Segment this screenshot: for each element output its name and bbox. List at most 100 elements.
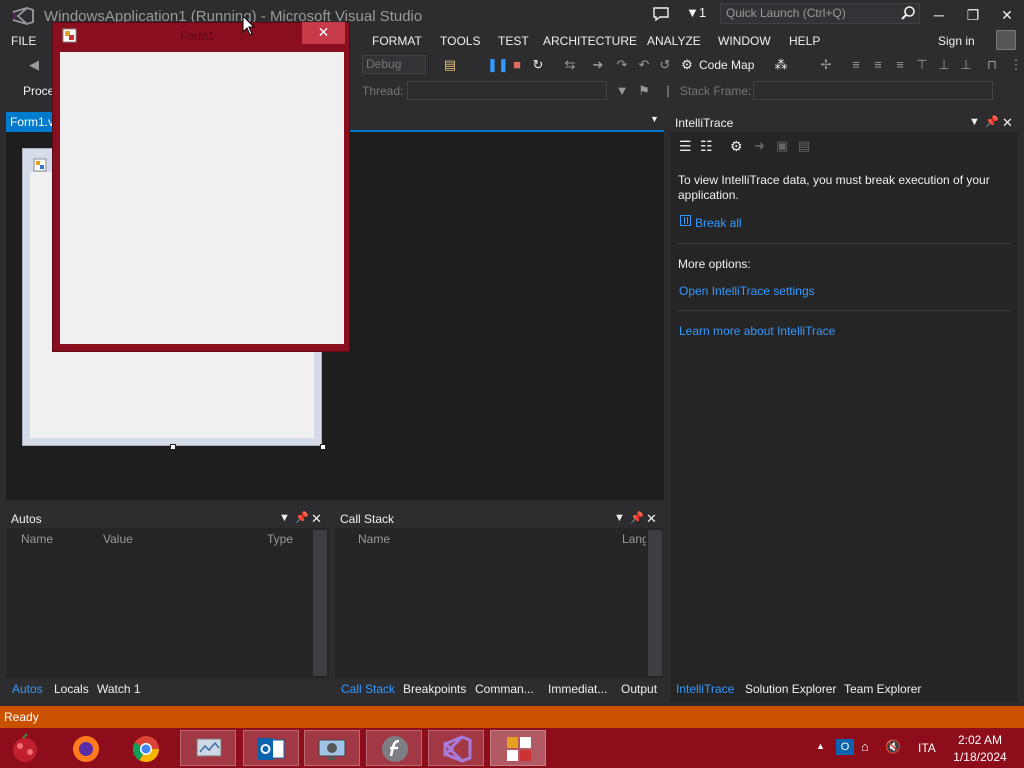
network-icon[interactable]: ⌂ <box>861 739 869 754</box>
taskbar-app-visual-studio[interactable] <box>428 730 484 766</box>
pin-icon[interactable]: 📌 <box>985 115 999 128</box>
form1-client-area[interactable] <box>60 52 344 344</box>
save-log-icon[interactable]: ▤ <box>798 138 810 154</box>
menu-architecture[interactable]: ARCHITECTURE <box>543 34 637 48</box>
close-button[interactable]: ✕ <box>993 4 1021 26</box>
column-header-name[interactable]: Name <box>21 532 53 546</box>
solution-configuration-select[interactable]: Debug <box>362 55 426 74</box>
column-header-lang[interactable]: Lang <box>622 532 646 546</box>
close-pane-icon[interactable]: ✕ <box>646 511 657 527</box>
continue-icon[interactable]: ▤ <box>442 57 458 73</box>
calls-view-icon[interactable]: ☷ <box>700 138 713 155</box>
align-top-icon[interactable]: ⊤ <box>914 57 930 73</box>
close-pane-icon[interactable]: ✕ <box>1002 115 1013 131</box>
filter-threads-icon[interactable]: ▼ <box>614 83 630 99</box>
break-all-link[interactable]: Break all <box>695 216 742 230</box>
notifications-button[interactable]: ▼1 <box>686 5 706 20</box>
restart-icon[interactable]: ↻ <box>530 57 546 73</box>
call-stack-scrollbar[interactable] <box>648 530 662 676</box>
pane-menu-icon[interactable]: ▼ <box>614 512 625 524</box>
pane-menu-icon[interactable]: ▼ <box>279 512 290 524</box>
align-left-icon[interactable]: ≡ <box>848 57 864 73</box>
tab-breakpoints[interactable]: Breakpoints <box>403 682 466 696</box>
step-out-icon[interactable]: ↶ <box>636 57 652 73</box>
align-right-icon[interactable]: ≡ <box>892 57 908 73</box>
open-settings-link[interactable]: Open IntelliTrace settings <box>679 284 815 298</box>
taskbar-app-flash[interactable] <box>366 730 422 766</box>
tab-watch-1[interactable]: Watch 1 <box>97 682 141 696</box>
hex-display-icon[interactable]: ⁂ <box>773 57 789 73</box>
forward-icon[interactable]: ➜ <box>754 138 765 154</box>
taskbar-app-form1[interactable] <box>490 730 546 766</box>
show-hidden-icons[interactable]: ▲ <box>816 741 825 751</box>
pin-icon[interactable]: 📌 <box>295 511 309 524</box>
tab-team-explorer[interactable]: Team Explorer <box>844 682 921 696</box>
start-button-icon[interactable] <box>8 732 42 766</box>
tab-solution-explorer[interactable]: Solution Explorer <box>745 682 836 696</box>
pane-menu-icon[interactable]: ▼ <box>969 116 980 128</box>
avatar[interactable] <box>996 30 1016 50</box>
menu-format[interactable]: FORMAT <box>372 34 422 48</box>
chrome-icon[interactable] <box>130 733 162 765</box>
clock-time[interactable]: 2:02 AM <box>952 733 1008 747</box>
pin-icon[interactable]: ✢ <box>818 57 834 73</box>
restore-button[interactable]: ❐ <box>959 4 987 26</box>
tab-output[interactable]: Output <box>621 682 657 696</box>
sign-in-link[interactable]: Sign in <box>938 34 975 48</box>
clock-date[interactable]: 1/18/2024 <box>952 750 1008 764</box>
break-all-icon[interactable] <box>680 215 691 226</box>
align-center-icon[interactable]: ≡ <box>870 57 886 73</box>
code-map-button[interactable]: Code Map <box>699 58 754 72</box>
menu-help[interactable]: HELP <box>789 34 820 48</box>
taskbar-app-remote-desktop[interactable] <box>304 730 360 766</box>
tab-command[interactable]: Comman... <box>475 682 534 696</box>
taskbar-app-presentation[interactable] <box>180 730 236 766</box>
outlook-tray-icon[interactable]: O <box>836 739 854 755</box>
input-language[interactable]: ITA <box>918 741 936 755</box>
tab-immediate[interactable]: Immediat... <box>548 682 607 696</box>
form1-close-button[interactable]: ✕ <box>302 22 345 44</box>
resize-handle-bottom-right[interactable] <box>320 444 326 450</box>
quick-launch-input[interactable]: Quick Launch (Ctrl+Q) <box>720 3 920 24</box>
close-pane-icon[interactable]: ✕ <box>311 511 322 527</box>
tab-locals[interactable]: Locals <box>54 682 89 696</box>
menu-analyze[interactable]: ANALYZE <box>647 34 701 48</box>
resize-handle-bottom[interactable] <box>170 444 176 450</box>
menu-test[interactable]: TEST <box>498 34 529 48</box>
align-bottom-icon[interactable]: ⊥ <box>958 57 974 73</box>
stack-frame-select[interactable] <box>753 81 993 100</box>
refresh-icon[interactable]: ↺ <box>657 57 673 73</box>
settings-gear-icon[interactable]: ⚙ <box>730 138 743 155</box>
toolbar-overflow-icon[interactable]: ⋮ <box>1008 57 1024 73</box>
column-header-name[interactable]: Name <box>358 532 390 546</box>
thread-select[interactable] <box>407 81 607 100</box>
column-header-type[interactable]: Type <box>267 532 293 546</box>
menu-window[interactable]: WINDOW <box>718 34 771 48</box>
events-view-icon[interactable]: ☰ <box>679 138 692 155</box>
pause-icon[interactable]: ❚❚ <box>487 57 509 73</box>
column-header-value[interactable]: Value <box>103 532 133 546</box>
stop-icon[interactable]: ■ <box>509 57 525 73</box>
search-icon[interactable] <box>900 5 916 21</box>
firefox-icon[interactable] <box>70 733 102 765</box>
minimize-button[interactable]: ─ <box>925 4 953 26</box>
make-same-size-icon[interactable]: ⊓ <box>984 57 1000 73</box>
step-into-icon[interactable]: ➜ <box>590 57 606 73</box>
tab-autos[interactable]: Autos <box>12 682 43 696</box>
taskbar-app-outlook[interactable] <box>243 730 299 766</box>
align-middle-icon[interactable]: ⊥ <box>936 57 952 73</box>
pin-icon[interactable]: 📌 <box>630 511 644 524</box>
volume-muted-icon[interactable]: 🔇 <box>885 739 901 755</box>
show-next-statement-icon[interactable]: ⇆ <box>562 57 578 73</box>
tab-intellitrace[interactable]: IntelliTrace <box>676 682 734 696</box>
autos-scrollbar[interactable] <box>313 530 327 676</box>
menu-file[interactable]: FILE <box>11 34 36 48</box>
open-log-icon[interactable]: ▣ <box>776 138 788 154</box>
menu-tools[interactable]: TOOLS <box>440 34 480 48</box>
tab-overflow-icon[interactable]: ▼ <box>650 114 659 124</box>
tab-call-stack[interactable]: Call Stack <box>341 682 395 696</box>
step-over-icon[interactable]: ↷ <box>614 57 630 73</box>
flag-threads-icon[interactable]: ⚑ <box>636 83 652 99</box>
back-icon[interactable]: ◀ <box>26 57 42 73</box>
feedback-icon[interactable] <box>652 6 670 22</box>
